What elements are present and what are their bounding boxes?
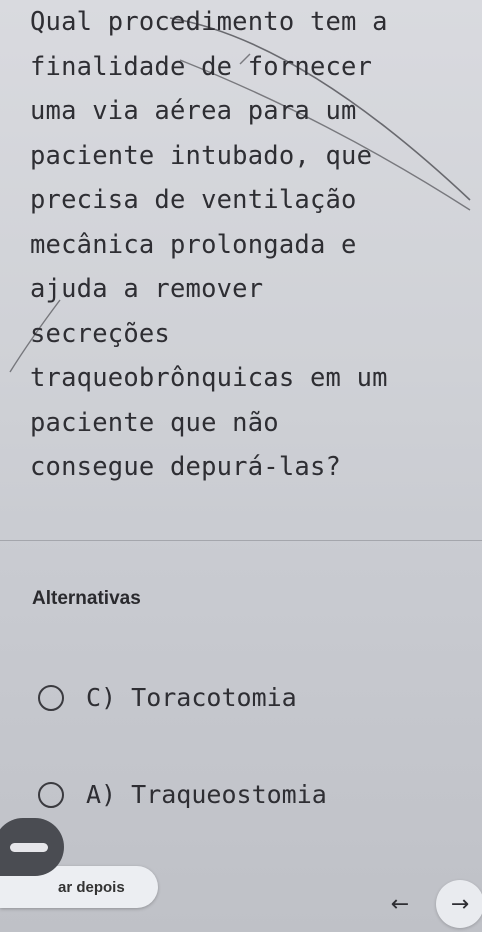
- radio-icon[interactable]: [38, 684, 64, 711]
- option-label: C) Toracotomia: [86, 683, 297, 712]
- save-later-label: ar depois: [58, 878, 125, 896]
- alternatives-heading: Alternativas: [32, 588, 141, 609]
- arrow-left-icon: ←: [390, 891, 410, 917]
- bookmark-icon: [10, 842, 48, 852]
- next-button[interactable]: →: [436, 880, 482, 928]
- option-label: A) Traqueostomia: [86, 780, 327, 809]
- option-traqueostomia[interactable]: A) Traqueostomia: [38, 780, 327, 809]
- previous-button[interactable]: ←: [376, 880, 424, 928]
- question-text: Qual procedimento tem a finalidade de fo…: [30, 7, 388, 482]
- option-toracotomia[interactable]: C) Toracotomia: [38, 683, 297, 712]
- arrow-right-icon: →: [450, 891, 470, 917]
- section-divider: [0, 540, 482, 541]
- radio-icon[interactable]: [38, 781, 64, 808]
- fab-button[interactable]: [0, 818, 64, 876]
